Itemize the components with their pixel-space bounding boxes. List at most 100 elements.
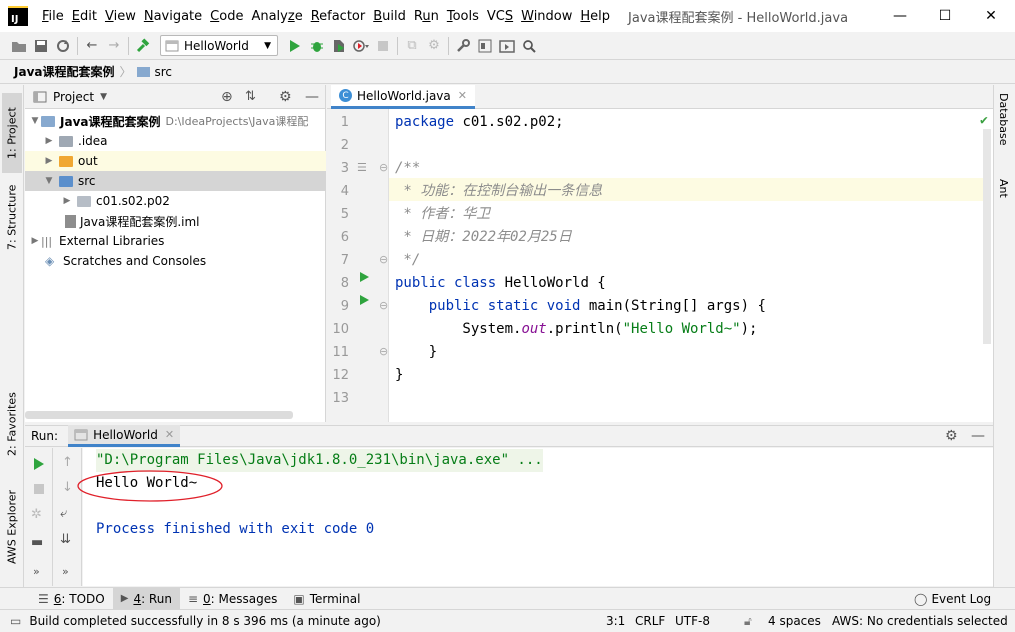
menu-item[interactable]: File: [38, 9, 68, 24]
hide-panel-icon[interactable]: —: [305, 89, 319, 105]
tool-tab-event-log[interactable]: ◯ Event Log: [906, 588, 999, 610]
close-button[interactable]: ✕: [968, 0, 1014, 32]
more-icon[interactable]: »: [62, 565, 69, 578]
tree-item-idea[interactable]: ▶ .idea: [25, 131, 326, 151]
menu-item[interactable]: Edit: [68, 9, 101, 24]
line-separator[interactable]: CRLF: [635, 614, 665, 628]
tab-helloworld-java[interactable]: C HelloWorld.java ✕: [331, 85, 475, 109]
menu-item[interactable]: Code: [206, 9, 247, 24]
gear-icon[interactable]: ⚙: [945, 428, 958, 444]
stop-icon[interactable]: [33, 483, 45, 498]
scroll-up-icon[interactable]: ↑: [62, 455, 73, 470]
expand-arrow-icon[interactable]: ▶: [43, 156, 55, 166]
tree-item-external-libraries[interactable]: ▶ ||| External Libraries: [25, 231, 326, 251]
vertical-scrollbar[interactable]: [983, 129, 991, 344]
sync-icon[interactable]: [52, 35, 74, 57]
debug-bug-icon[interactable]: [306, 35, 328, 57]
locate-target-icon[interactable]: ⊕: [221, 89, 233, 105]
menu-item[interactable]: Refactor: [307, 9, 370, 24]
hide-panel-icon[interactable]: —: [971, 428, 985, 444]
expand-arrow-icon[interactable]: ▼: [29, 116, 41, 126]
doc-comment-icon[interactable]: ☰: [357, 160, 367, 174]
tree-item-iml[interactable]: Java课程配套案例.iml: [25, 211, 326, 231]
forward-arrow-icon[interactable]: →: [103, 35, 125, 57]
menu-item[interactable]: Analyze: [247, 9, 306, 24]
scroll-to-end-icon[interactable]: ⇊: [60, 532, 71, 547]
restore-layout-icon[interactable]: ✲: [31, 507, 42, 522]
soft-wrap-icon[interactable]: ⤶: [60, 506, 67, 521]
menu-item[interactable]: Tools: [443, 9, 483, 24]
run-icon[interactable]: [284, 35, 306, 57]
indent-setting[interactable]: 4 spaces: [768, 614, 821, 628]
menu-item[interactable]: View: [101, 9, 140, 24]
open-folder-icon[interactable]: [8, 35, 30, 57]
code-editor[interactable]: package c01.s02.p02; /** * 功能：在控制台输出一条信息…: [389, 109, 993, 422]
run-console[interactable]: "D:\Program Files\Java\jdk1.8.0_231\bin\…: [77, 448, 993, 586]
breadcrumb-project[interactable]: Java课程配套案例: [14, 63, 114, 80]
tree-item-out[interactable]: ▶ out: [25, 151, 326, 171]
expand-arrow-icon[interactable]: ▼: [43, 176, 55, 186]
tree-item-package[interactable]: ▶ c01.s02.p02: [25, 191, 326, 211]
close-tab-icon[interactable]: ✕: [165, 428, 174, 441]
expand-arrow-icon[interactable]: ▶: [61, 196, 73, 206]
project-structure-icon[interactable]: [474, 35, 496, 57]
services-icon[interactable]: ⚙: [423, 35, 445, 57]
project-view-icon[interactable]: [496, 35, 518, 57]
maximize-button[interactable]: ☐: [922, 0, 968, 32]
tree-item-src[interactable]: ▼ src: [25, 171, 326, 191]
tool-tab-structure[interactable]: 7: Structure: [2, 177, 22, 257]
menu-item[interactable]: Window: [517, 9, 576, 24]
horizontal-scrollbar[interactable]: [25, 411, 293, 419]
coverage-icon[interactable]: [328, 35, 350, 57]
menu-item[interactable]: Build: [369, 9, 410, 24]
layout-icon[interactable]: ▬: [31, 535, 43, 550]
scroll-down-icon[interactable]: ↓: [62, 480, 73, 495]
tool-tab-todo[interactable]: ☰ 6: TODO: [30, 588, 113, 610]
file-encoding[interactable]: UTF-8: [675, 614, 710, 628]
stop-icon[interactable]: [372, 35, 394, 57]
fold-icon[interactable]: ⊖: [379, 160, 388, 174]
chevron-down-icon[interactable]: ▼: [100, 92, 107, 102]
menu-item[interactable]: Run: [410, 9, 443, 24]
build-hammer-icon[interactable]: [132, 35, 154, 57]
run-gutter-icon[interactable]: [359, 271, 370, 286]
tree-item-scratches[interactable]: ◈ Scratches and Consoles: [25, 251, 326, 271]
back-arrow-icon[interactable]: ←: [81, 35, 103, 57]
breadcrumb-folder[interactable]: src: [155, 65, 173, 79]
tool-tab-favorites[interactable]: 2: Favorites: [2, 383, 22, 465]
profile-icon[interactable]: [350, 35, 372, 57]
tool-tab-terminal[interactable]: ▣ Terminal: [285, 588, 368, 610]
rerun-icon[interactable]: [33, 457, 45, 473]
run-tab-helloworld[interactable]: HelloWorld ✕: [68, 425, 181, 447]
attach-debugger-icon[interactable]: ⧉: [401, 35, 423, 57]
tool-tab-run[interactable]: ▶ 4: Run: [112, 587, 180, 610]
file-lock-icon[interactable]: 🔓︎: [744, 614, 752, 629]
minimize-button[interactable]: —: [877, 0, 923, 32]
settings-wrench-icon[interactable]: [452, 35, 474, 57]
status-panel-icon[interactable]: ▭: [10, 614, 21, 628]
tool-tab-database[interactable]: Database: [997, 93, 1010, 146]
expand-arrow-icon[interactable]: ▶: [43, 136, 55, 146]
fold-icon[interactable]: ⊖: [379, 252, 388, 266]
expand-arrow-icon[interactable]: ▶: [29, 236, 41, 246]
collapse-all-icon[interactable]: ⇅: [245, 89, 256, 104]
aws-connection-status[interactable]: AWS: No credentials selected: [832, 614, 1008, 628]
fold-icon[interactable]: ⊖: [379, 298, 388, 312]
caret-position[interactable]: 3:1: [606, 614, 625, 628]
tool-tab-aws-explorer[interactable]: AWS Explorer: [2, 482, 22, 572]
tool-tab-ant[interactable]: Ant: [997, 179, 1010, 198]
run-config-dropdown[interactable]: HelloWorld ▼: [160, 35, 278, 56]
search-icon[interactable]: [518, 35, 540, 57]
project-pane-title[interactable]: Project: [53, 90, 94, 104]
gear-icon[interactable]: ⚙: [279, 89, 292, 105]
close-tab-icon[interactable]: ✕: [458, 89, 467, 102]
status-message[interactable]: Build completed successfully in 8 s 396 …: [29, 614, 381, 628]
run-gutter-icon[interactable]: [359, 294, 370, 309]
save-all-icon[interactable]: [30, 35, 52, 57]
menu-item[interactable]: Help: [576, 9, 614, 24]
fold-icon[interactable]: ⊖: [379, 344, 388, 358]
inspection-ok-check-icon[interactable]: ✔: [980, 113, 988, 128]
more-icon[interactable]: »: [33, 565, 40, 578]
tree-item-project-root[interactable]: ▼ Java课程配套案例 D:\IdeaProjects\Java课程配: [25, 111, 326, 131]
tool-tab-messages[interactable]: ≡ 0: Messages: [180, 588, 285, 610]
